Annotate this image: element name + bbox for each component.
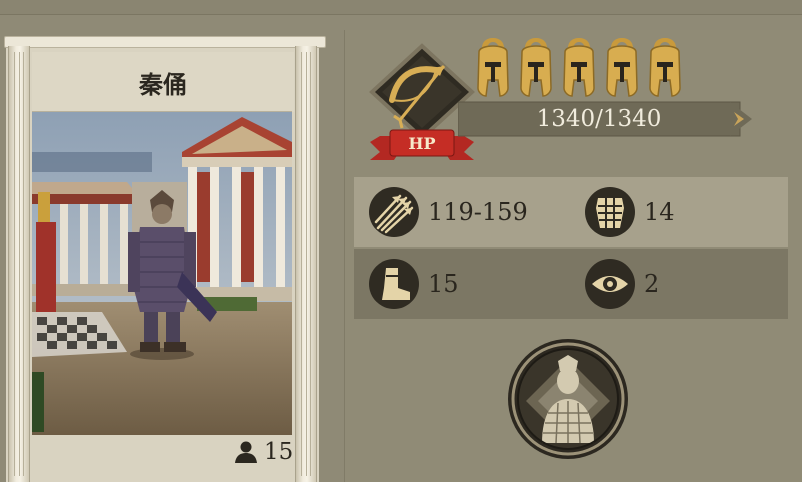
- eye-icon: [585, 259, 635, 309]
- stat-attack[interactable]: 119-159: [368, 186, 528, 238]
- stats-row-1: 119-159 14: [354, 177, 788, 247]
- stat-speed[interactable]: 15: [368, 258, 459, 310]
- unit-count: 15: [234, 438, 293, 466]
- skill-portrait-button[interactable]: [506, 337, 630, 461]
- stat-vision[interactable]: 2: [584, 258, 659, 310]
- class-badge-label: HP: [408, 133, 436, 153]
- unit-count-value: 15: [264, 439, 294, 465]
- right-pillar: [295, 46, 317, 482]
- rank-helmets: [474, 36, 684, 100]
- hp-value: 1340/1340: [536, 106, 662, 132]
- card-top-cap: [4, 36, 326, 48]
- unit-name: 秦俑: [32, 52, 294, 112]
- person-icon: [235, 441, 257, 463]
- armor-icon: [585, 187, 635, 237]
- left-pillar: [8, 46, 30, 482]
- unit-portrait[interactable]: [32, 111, 292, 435]
- stat-speed-value: 15: [428, 270, 459, 298]
- spartan-helmet-icon: [520, 38, 552, 97]
- unit-portrait-image: [32, 112, 292, 435]
- spartan-helmet-icon: [563, 38, 595, 97]
- stat-armor[interactable]: 14: [584, 186, 675, 238]
- arrow-volley-icon: [369, 187, 419, 237]
- unit-card[interactable]: 秦俑 15: [4, 36, 326, 482]
- spartan-helmet-icon: [606, 38, 638, 97]
- spartan-helmet-icon: [477, 38, 509, 97]
- boot-icon: [369, 259, 419, 309]
- stat-armor-value: 14: [644, 198, 675, 226]
- stats-row-2: 15 2: [354, 249, 788, 319]
- top-band: [0, 0, 802, 15]
- stat-vision-value: 2: [644, 270, 660, 298]
- terracotta-warrior-portrait: [508, 339, 628, 459]
- stat-attack-value: 119-159: [428, 198, 528, 226]
- spartan-helmet-icon: [649, 38, 681, 97]
